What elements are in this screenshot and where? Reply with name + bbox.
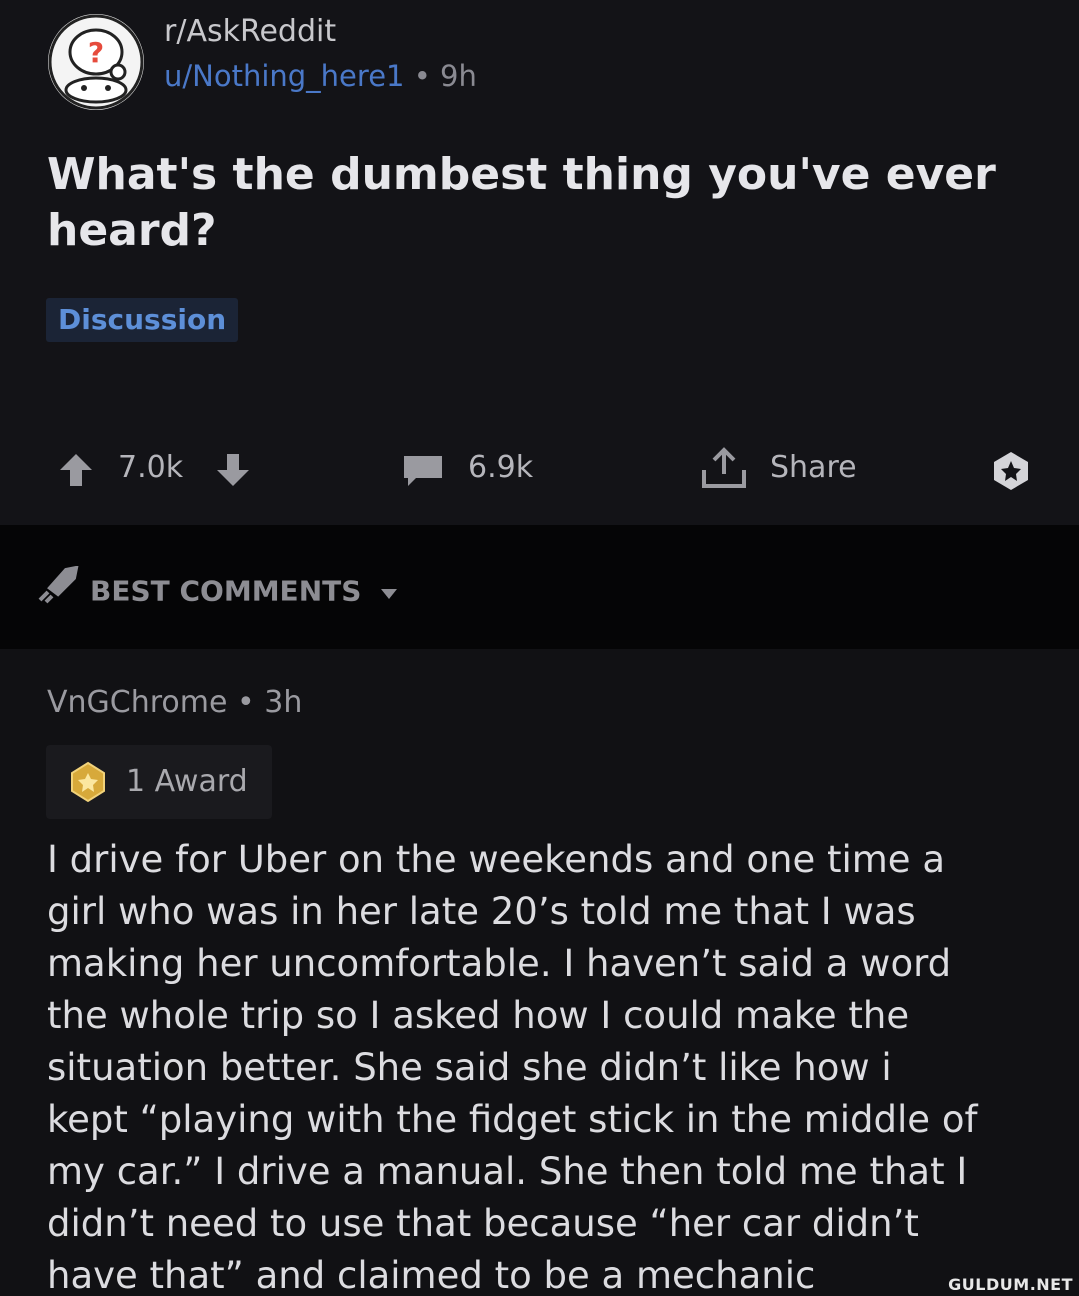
- rocket-icon: [36, 565, 80, 617]
- post-card: ? r/AskReddit u/Nothing_here1 • 9h What'…: [0, 0, 1079, 525]
- award-badge-icon[interactable]: [990, 450, 1032, 503]
- meta-separator: •: [404, 59, 441, 93]
- upvote-arrow-icon[interactable]: [58, 452, 94, 499]
- post-author[interactable]: u/Nothing_here1: [164, 59, 404, 93]
- comment-line: situation better. She said she didn’t li…: [47, 1046, 892, 1089]
- subreddit-avatar[interactable]: ?: [48, 14, 144, 110]
- comment-line: didn’t need to use that because “her car…: [47, 1202, 919, 1245]
- comment-meta-separator: •: [227, 685, 265, 720]
- comment-line: the whole trip so I asked how I could ma…: [47, 994, 910, 1037]
- post-flair[interactable]: Discussion: [46, 298, 239, 342]
- post-meta: u/Nothing_here1 • 9h: [164, 58, 477, 94]
- comment-line: have that” and claimed to be a mechanic: [47, 1254, 816, 1296]
- comment-bubble-icon[interactable]: [402, 454, 444, 499]
- reddit-post-screen: ? r/AskReddit u/Nothing_here1 • 9h What'…: [0, 0, 1079, 1296]
- downvote-arrow-icon[interactable]: [215, 452, 251, 499]
- sort-label: BEST COMMENTS: [90, 574, 362, 608]
- sort-dropdown[interactable]: BEST COMMENTS: [36, 565, 399, 617]
- snoo-question-icon: ?: [48, 14, 144, 110]
- share-button-label[interactable]: Share: [770, 448, 857, 488]
- comment-author[interactable]: VnGChrome: [47, 685, 227, 720]
- share-icon[interactable]: [700, 446, 748, 501]
- post-title[interactable]: What's the dumbest thing you've ever hea…: [47, 147, 1047, 259]
- award-label: 1 Award: [126, 764, 248, 799]
- watermark: GULDUM.NET: [948, 1275, 1073, 1294]
- comment-count[interactable]: 6.9k: [468, 448, 533, 488]
- post-age: 9h: [440, 59, 477, 93]
- comment-line: my car.” I drive a manual. She then told…: [47, 1150, 968, 1193]
- comment-meta: VnGChrome • 3h: [47, 683, 302, 723]
- chevron-down-icon: [379, 572, 399, 612]
- comment-age: 3h: [264, 685, 303, 720]
- post-actions-bar: 7.0k 6.9k Share: [0, 440, 1079, 500]
- subreddit-name[interactable]: r/AskReddit: [164, 14, 336, 50]
- comment-line: I drive for Uber on the weekends and one…: [47, 838, 945, 881]
- award-chip[interactable]: 1 Award: [46, 745, 272, 819]
- comment-line: making her uncomfortable. I haven’t said…: [47, 942, 952, 985]
- svg-text:?: ?: [88, 36, 104, 69]
- comment-body: I drive for Uber on the weekends and one…: [47, 834, 1047, 1296]
- vote-count: 7.0k: [118, 450, 184, 485]
- comment-line: kept “playing with the fidget stick in t…: [47, 1098, 978, 1141]
- gold-award-icon: [68, 761, 108, 807]
- comment-line: girl who was in her late 20’s told me th…: [47, 890, 916, 933]
